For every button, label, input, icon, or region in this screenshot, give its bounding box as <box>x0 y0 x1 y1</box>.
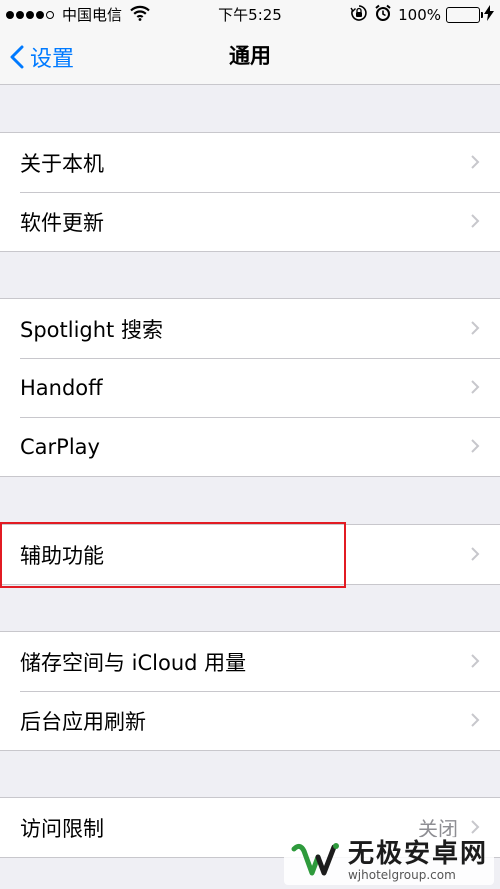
signal-dot <box>6 10 14 19</box>
watermark-title: 无极安卓网 <box>347 839 488 869</box>
row-label: 关于本机 <box>20 151 104 176</box>
row-background-app-refresh[interactable]: 后台应用刷新 <box>0 691 500 750</box>
chevron-right-icon <box>470 816 480 840</box>
battery-icon <box>446 7 483 23</box>
watermark: 无极安卓网 wjhotelgroup.com <box>283 837 494 885</box>
chevron-right-icon <box>470 317 480 341</box>
watermark-text: 无极安卓网 wjhotelgroup.com <box>348 840 488 882</box>
settings-group-4: 储存空间与 iCloud 用量 后台应用刷新 <box>0 631 500 751</box>
row-accessibility[interactable]: 辅助功能 <box>0 525 500 584</box>
row-software-update[interactable]: 软件更新 <box>0 192 500 251</box>
row-storage-icloud-usage[interactable]: 储存空间与 iCloud 用量 <box>0 632 500 691</box>
chevron-right-icon <box>470 376 480 400</box>
row-label: Spotlight 搜索 <box>20 317 163 342</box>
row-carplay[interactable]: CarPlay <box>0 417 500 476</box>
row-label: CarPlay <box>20 434 100 459</box>
row-about[interactable]: 关于本机 <box>0 133 500 192</box>
signal-dot <box>26 10 34 19</box>
lock-rotation-icon <box>350 4 368 26</box>
back-button-label: 设置 <box>30 46 75 72</box>
row-handoff[interactable]: Handoff <box>0 358 500 417</box>
alarm-icon <box>374 4 392 26</box>
chevron-right-icon <box>470 151 480 175</box>
row-label: Handoff <box>20 375 103 400</box>
row-label: 软件更新 <box>20 210 104 235</box>
chevron-right-icon <box>470 435 480 459</box>
settings-group-3: 辅助功能 <box>0 524 500 585</box>
signal-strength-icon <box>6 10 56 19</box>
charging-bolt-icon <box>484 5 494 25</box>
row-spotlight-search[interactable]: Spotlight 搜索 <box>0 299 500 358</box>
watermark-url: wjhotelgroup.com <box>347 868 456 882</box>
chevron-right-icon <box>470 709 480 733</box>
row-label: 储存空间与 iCloud 用量 <box>20 650 247 675</box>
chevron-right-icon <box>470 210 480 234</box>
row-label: 后台应用刷新 <box>20 709 146 734</box>
settings-group-1: 关于本机 软件更新 <box>0 132 500 252</box>
battery-nub <box>480 12 483 18</box>
status-bar-left: 中国电信 <box>6 4 150 25</box>
wifi-icon <box>130 5 150 25</box>
chevron-right-icon <box>470 543 480 567</box>
signal-dot <box>46 10 54 19</box>
back-chevron-icon <box>10 45 24 68</box>
page-title: 通用 <box>229 44 271 68</box>
row-label: 辅助功能 <box>20 543 104 568</box>
watermark-logo-icon <box>291 843 339 876</box>
settings-group-2: Spotlight 搜索 Handoff CarPlay <box>0 298 500 477</box>
chevron-right-icon <box>470 650 480 674</box>
signal-dot <box>16 10 24 19</box>
back-button[interactable]: 设置 <box>10 28 74 85</box>
signal-dot <box>36 10 44 19</box>
status-bar-right: 100% <box>350 4 494 26</box>
battery-percentage: 100% <box>398 6 441 24</box>
status-bar: 中国电信 下午5:25 100% <box>0 0 500 28</box>
carrier-name: 中国电信 <box>62 6 123 24</box>
navigation-bar: 设置 通用 <box>0 28 500 85</box>
